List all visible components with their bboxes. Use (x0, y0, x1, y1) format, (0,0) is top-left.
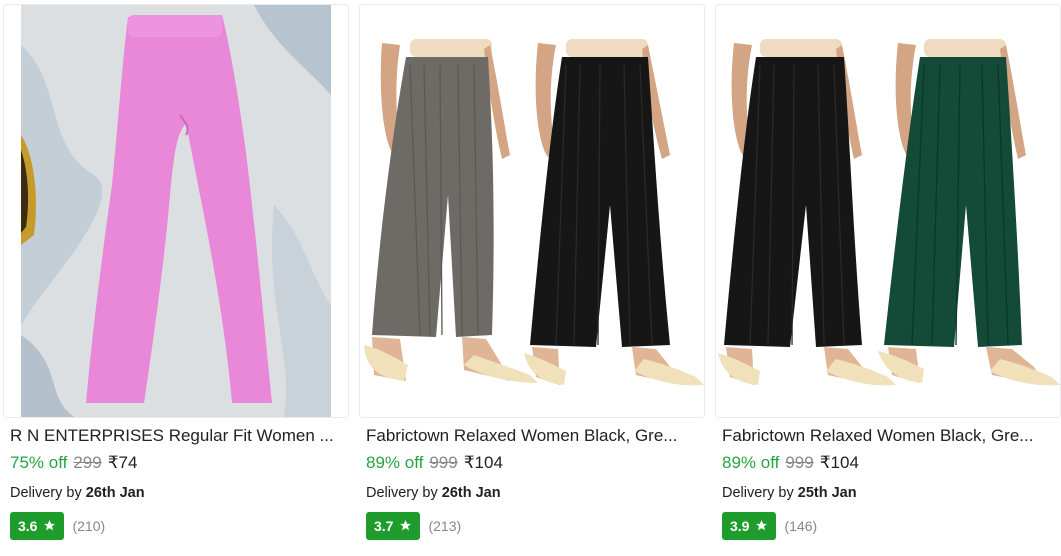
delivery-date: 26th Jan (85, 485, 145, 501)
product-card[interactable]: Fabrictown Relaxed Women Black, Gre... 8… (715, 0, 1061, 556)
rating-value: 3.7 (374, 517, 394, 534)
discount-label: 75% off (10, 453, 68, 472)
mrp-label: 999 (429, 453, 458, 472)
product-image[interactable] (359, 4, 705, 418)
price-label: ₹74 (107, 453, 138, 472)
rating-row: 3.9 (146) (722, 511, 817, 540)
discount-label: 89% off (366, 453, 424, 472)
delivery-date: 26th Jan (441, 485, 501, 501)
grey-black-palazzo-image (360, 5, 704, 417)
product-card[interactable]: R N ENTERPRISES Regular Fit Women ... 75… (3, 0, 349, 556)
product-card[interactable]: Fabrictown Relaxed Women Black, Gre... 8… (359, 0, 705, 556)
price-label: ₹104 (819, 453, 859, 472)
delivery-info: Delivery by 26th Jan (366, 485, 501, 501)
review-count: (213) (428, 517, 462, 534)
delivery-prefix: Delivery by (722, 485, 794, 501)
product-image[interactable] (3, 4, 349, 418)
rating-row: 3.6 (210) (10, 511, 105, 540)
star-icon (43, 519, 56, 532)
star-icon (399, 519, 412, 532)
product-image[interactable] (715, 4, 1061, 418)
star-icon (755, 519, 768, 532)
rating-value: 3.6 (18, 517, 38, 534)
pink-trousers-image (4, 5, 348, 417)
review-count: (210) (72, 517, 106, 534)
delivery-prefix: Delivery by (366, 485, 438, 501)
mrp-label: 299 (73, 453, 102, 472)
delivery-info: Delivery by 26th Jan (10, 485, 145, 501)
price-row: 89% off 999 ₹104 (366, 453, 503, 473)
rating-badge: 3.9 (722, 511, 777, 540)
delivery-prefix: Delivery by (10, 485, 82, 501)
product-title[interactable]: Fabrictown Relaxed Women Black, Gre... (722, 426, 1058, 446)
rating-badge: 3.7 (366, 511, 421, 540)
delivery-date: 25th Jan (797, 485, 857, 501)
delivery-info: Delivery by 25th Jan (722, 485, 857, 501)
rating-badge: 3.6 (10, 511, 65, 540)
price-label: ₹104 (463, 453, 503, 472)
rating-value: 3.9 (730, 517, 750, 534)
black-green-palazzo-image (716, 5, 1060, 417)
product-title[interactable]: Fabrictown Relaxed Women Black, Gre... (366, 426, 702, 446)
discount-label: 89% off (722, 453, 780, 472)
mrp-label: 999 (785, 453, 814, 472)
review-count: (146) (784, 517, 818, 534)
rating-row: 3.7 (213) (366, 511, 461, 540)
product-title[interactable]: R N ENTERPRISES Regular Fit Women ... (10, 426, 346, 446)
product-grid: R N ENTERPRISES Regular Fit Women ... 75… (0, 0, 1061, 556)
price-row: 89% off 999 ₹104 (722, 453, 859, 473)
price-row: 75% off 299 ₹74 (10, 453, 137, 473)
